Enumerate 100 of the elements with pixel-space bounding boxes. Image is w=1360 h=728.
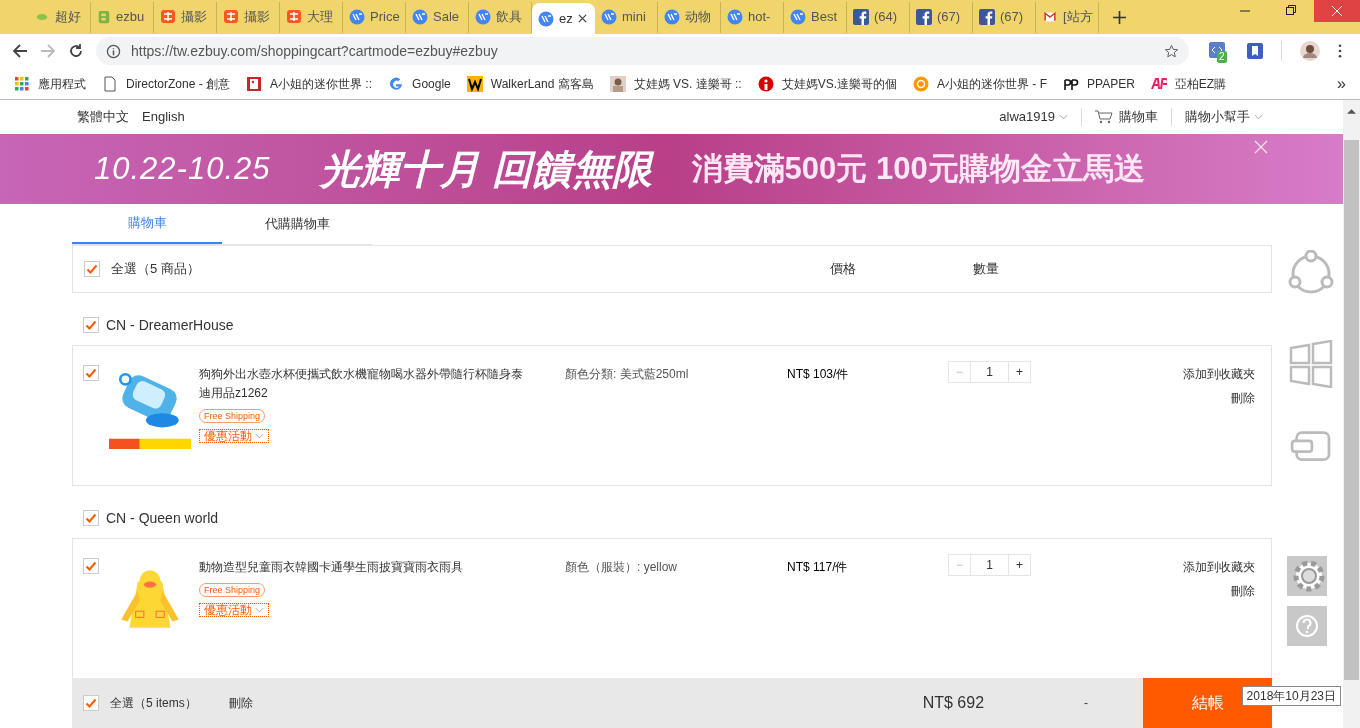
bookmark[interactable]: 亞柏EZ購	[1150, 74, 1227, 93]
column-header: 數量	[973, 260, 999, 279]
browser-tab[interactable]: mini	[595, 1, 658, 33]
banner-offer: 消費滿500元 100元購物金立馬送	[691, 149, 1145, 188]
bookmark[interactable]: PPAPER	[1063, 74, 1135, 93]
browser-tab[interactable]: ezbu	[91, 1, 154, 33]
browser-tab[interactable]: 大理	[280, 1, 343, 33]
info-icon	[106, 43, 121, 59]
cart-icon	[1095, 110, 1113, 124]
windows-icon[interactable]	[1287, 340, 1335, 388]
banner-headline: 光輝十月 回饋無限	[320, 146, 652, 193]
cart-link[interactable]: 購物車	[1095, 107, 1158, 127]
bookmark[interactable]: DirectorZone - 創意	[102, 74, 231, 93]
browser-tab[interactable]: [站方	[1036, 1, 1099, 33]
logo-icon	[349, 9, 365, 25]
logo-icon	[664, 9, 680, 25]
shipping-fee: -	[1084, 695, 1089, 712]
logo-icon	[913, 75, 930, 92]
logo-icon	[97, 9, 111, 25]
browser-tab[interactable]: Sale	[406, 1, 469, 33]
logo-icon	[790, 9, 806, 25]
helper-menu[interactable]: 購物小幫手	[1185, 107, 1263, 127]
checkbox[interactable]	[83, 558, 99, 574]
language-link[interactable]: 繁體中文	[77, 107, 129, 127]
card-icon	[246, 75, 263, 92]
page-icon	[102, 75, 118, 92]
close-icon[interactable]	[577, 14, 587, 23]
checkbox[interactable]	[84, 261, 100, 277]
scrollbar[interactable]	[1343, 100, 1360, 728]
bookmark[interactable]: A小姐的迷你世界 - F	[913, 74, 1048, 93]
facebook-icon	[979, 9, 995, 25]
product-title[interactable]: 動物造型兒童雨衣韓國卡通學生雨披寶寶雨衣雨具	[199, 558, 463, 577]
google-icon	[388, 75, 405, 92]
language-link[interactable]: English	[142, 107, 185, 127]
reload-icon[interactable]	[68, 43, 84, 59]
avatar-icon[interactable]	[1300, 41, 1320, 61]
bookmark[interactable]: A小姐的迷你世界 ::	[246, 74, 373, 93]
shop-name[interactable]: CN - DreamerHouse	[106, 314, 234, 336]
logo-icon	[601, 9, 617, 25]
delete-link[interactable]: 刪除	[228, 694, 253, 712]
star-icon[interactable]	[1164, 43, 1179, 59]
bookmark-icon[interactable]	[1247, 43, 1263, 59]
help-icon[interactable]	[1287, 606, 1327, 646]
promo-banner[interactable]: 10.22-10.25 光輝十月 回饋無限 消費滿500元 100元購物金立馬送	[0, 134, 1343, 204]
bookmark[interactable]: 應用程式	[14, 74, 86, 93]
logo-icon	[286, 9, 302, 25]
item-action-link[interactable]: 刪除	[1231, 582, 1255, 600]
browser-tab[interactable]: 超好	[28, 1, 91, 33]
browser-tab[interactable]: (67)	[910, 1, 973, 33]
product-title[interactable]: 狗狗外出水壺水杯便攜式飲水機寵物喝水器外帶隨行杯隨身泰迪用品z1262	[199, 365, 529, 403]
menu-icon[interactable]	[1338, 44, 1342, 58]
browser-tab[interactable]: ez	[532, 3, 595, 34]
caret-icon	[255, 433, 264, 439]
item-action-link[interactable]: 刪除	[1231, 389, 1255, 407]
checkbox[interactable]	[83, 365, 99, 381]
address-bar[interactable]: https://tw.ezbuy.com/shoppingcart?cartmode=ezbuy#ezbuy	[96, 37, 1189, 65]
user-menu[interactable]: alwa1919	[999, 107, 1068, 127]
bookmark[interactable]: Google	[388, 74, 451, 93]
browser-tab[interactable]: 攝影	[217, 1, 280, 33]
select-all-label: 全選（5 items）	[110, 695, 197, 712]
scroll-up-icon[interactable]	[1347, 108, 1356, 114]
item-action-link[interactable]: 添加到收藏夾	[1183, 558, 1255, 576]
back-icon[interactable]	[12, 43, 28, 59]
browser-tab[interactable]: 攝影	[154, 1, 217, 33]
checkbox[interactable]	[83, 317, 99, 333]
checkbox[interactable]	[83, 695, 99, 711]
code-icon[interactable]	[1209, 42, 1225, 58]
bookmark[interactable]: WalkerLand 窩客島	[466, 74, 594, 93]
browser-tab[interactable]: Best	[784, 1, 847, 33]
avatar-icon	[609, 75, 626, 92]
price: NT$ 103/件	[787, 366, 850, 383]
logo-icon	[223, 9, 239, 25]
settings-icon[interactable]	[1287, 556, 1327, 596]
logo-icon	[160, 9, 176, 25]
more-bookmarks-button[interactable]: »	[1337, 71, 1346, 96]
browser-tab[interactable]: (67)	[973, 1, 1036, 33]
cart-tab[interactable]: 代購購物車	[222, 204, 372, 244]
bookmark[interactable]: 艾娃媽VS.達樂哥的個	[757, 74, 898, 93]
logo-icon	[475, 9, 491, 25]
badge: 2	[1217, 51, 1227, 63]
caret-icon	[1254, 114, 1263, 120]
variant-text: 顏色分類: 美式藍250ml	[565, 366, 690, 383]
facebook-icon	[916, 9, 932, 25]
bookmark[interactable]: 艾娃媽 VS. 達樂哥 ::	[609, 74, 742, 93]
logo-icon	[1150, 75, 1167, 92]
checkbox[interactable]	[83, 510, 99, 526]
browser-tab[interactable]: 动物	[658, 1, 721, 33]
price: NT$ 117/件	[787, 559, 849, 576]
forward-icon[interactable]	[40, 43, 56, 59]
browser-tab[interactable]: (64)	[847, 1, 910, 33]
browser-tab[interactable]: 飲具	[469, 1, 532, 33]
logo-icon	[538, 10, 554, 27]
new-tab-icon[interactable]	[1113, 11, 1126, 24]
browser-tab[interactable]: Price	[343, 1, 406, 33]
total-price: NT$ 692	[922, 693, 985, 713]
shop-name[interactable]: CN - Queen world	[106, 507, 219, 529]
apps-icon	[14, 75, 30, 92]
browser-tab[interactable]: hot-	[721, 1, 784, 33]
cart-tab[interactable]: 購物車	[72, 204, 222, 244]
item-action-link[interactable]: 添加到收藏夾	[1183, 365, 1255, 383]
